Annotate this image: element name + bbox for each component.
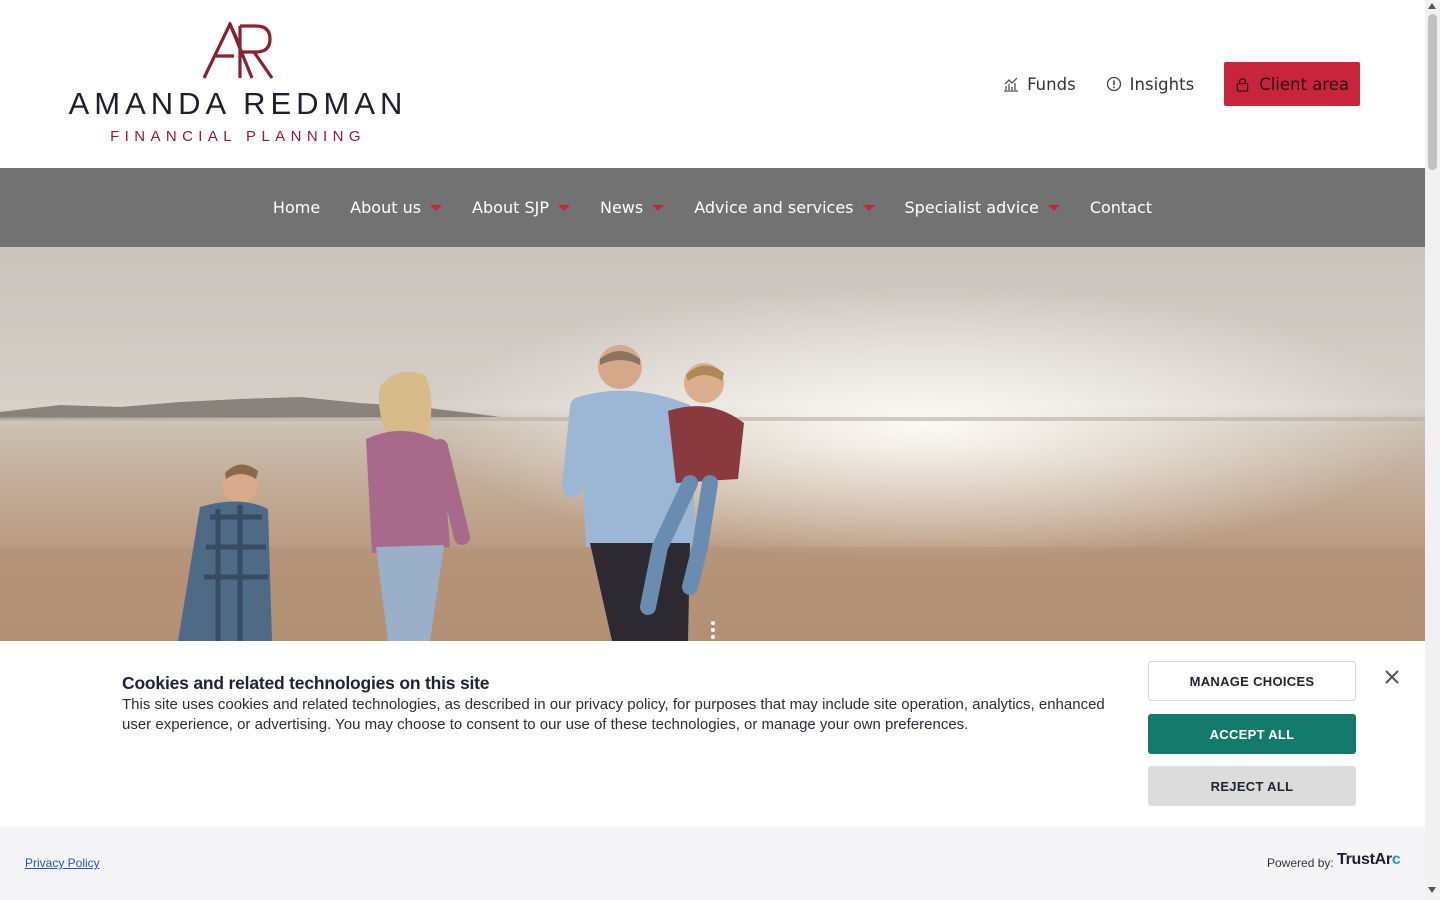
nav-about-sjp[interactable]: About SJP [457, 198, 585, 217]
caret-down-icon [652, 204, 665, 211]
nav-about-us[interactable]: About us [335, 198, 457, 217]
slider-dots-icon[interactable] [710, 619, 716, 641]
cookie-footer: Privacy Policy Powered by: TrustArc [0, 827, 1425, 900]
nav-home[interactable]: Home [258, 198, 335, 217]
manage-choices-button[interactable]: MANAGE CHOICES [1148, 661, 1356, 701]
site-logo[interactable]: AMANDA REDMAN FINANCIAL PLANNING [68, 22, 408, 148]
logo-monogram [202, 22, 274, 79]
client-area-button[interactable]: Client area [1224, 62, 1360, 106]
site-header: AMANDA REDMAN FINANCIAL PLANNING Funds I… [0, 0, 1425, 168]
chart-icon [1004, 77, 1019, 92]
insights-link[interactable]: Insights [1106, 74, 1195, 94]
nav-news[interactable]: News [585, 198, 679, 217]
privacy-policy-link[interactable]: Privacy Policy [25, 856, 100, 870]
nav-home-label: Home [272, 198, 321, 217]
scroll-down-arrow-icon[interactable] [1428, 887, 1436, 893]
insights-label: Insights [1129, 74, 1195, 94]
funds-label: Funds [1027, 74, 1076, 94]
hero-family-beach-illustration [0, 247, 1425, 641]
nav-about-sjp-label: About SJP [472, 198, 549, 217]
trustarc-logo-main: TrustAr [1337, 851, 1392, 868]
funds-link[interactable]: Funds [1003, 75, 1076, 94]
trustarc-logo[interactable]: TrustArc [1337, 851, 1401, 869]
scroll-up-arrow-icon[interactable] [1428, 3, 1436, 9]
accept-all-button[interactable]: ACCEPT ALL [1148, 714, 1356, 754]
utility-links: Funds Insights Client area [1003, 62, 1360, 106]
alert-circle-icon [1106, 76, 1121, 92]
nav-advice-services-label: Advice and services [694, 198, 854, 217]
nav-specialist-advice-label: Specialist advice [904, 198, 1039, 217]
lock-icon [1236, 77, 1249, 92]
hero-image [0, 247, 1425, 641]
page-scrollbar[interactable] [1425, 0, 1440, 900]
caret-down-icon [430, 204, 443, 211]
scrollbar-thumb[interactable] [1428, 14, 1437, 170]
nav-advice-services[interactable]: Advice and services [679, 198, 889, 217]
cookie-banner: Cookies and related technologies on this… [0, 641, 1425, 827]
close-icon[interactable] [1382, 667, 1402, 687]
nav-news-label: News [599, 198, 644, 217]
logo-tagline: FINANCIAL PLANNING [110, 128, 366, 145]
nav-contact[interactable]: Contact [1075, 198, 1167, 217]
cookie-title: Cookies and related technologies on this… [122, 673, 490, 693]
nav-contact-label: Contact [1089, 198, 1153, 217]
client-area-label: Client area [1259, 74, 1349, 94]
nav-specialist-advice[interactable]: Specialist advice [890, 198, 1075, 217]
logo-name: AMANDA REDMAN [68, 86, 408, 121]
trustarc-logo-accent: c [1391, 851, 1401, 868]
main-nav: Home About us About SJP News Advice and … [0, 168, 1425, 247]
nav-about-us-label: About us [350, 198, 422, 217]
reject-all-button[interactable]: REJECT ALL [1148, 766, 1356, 806]
caret-down-icon [1047, 204, 1060, 211]
caret-down-icon [862, 204, 875, 211]
caret-down-icon [557, 204, 570, 211]
powered-by-label: Powered by: [1267, 856, 1334, 870]
cookie-description: This site uses cookies and related techn… [122, 696, 1105, 733]
